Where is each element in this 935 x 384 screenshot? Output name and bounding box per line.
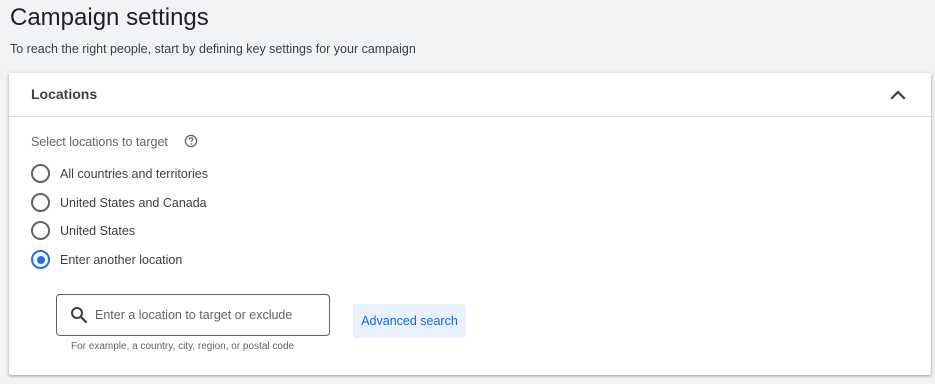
location-search-field[interactable] xyxy=(56,294,330,336)
search-icon xyxy=(71,307,88,324)
radio-label: United States xyxy=(60,224,136,238)
page-subtitle: To reach the right people, start by defi… xyxy=(10,42,416,56)
page-title: Campaign settings xyxy=(10,4,209,31)
radio-label: United States and Canada xyxy=(60,196,207,210)
location-search-input[interactable] xyxy=(95,306,323,324)
help-circle-icon[interactable] xyxy=(184,134,198,148)
radio-label: Enter another location xyxy=(60,253,183,267)
radio-button-selected[interactable] xyxy=(31,250,50,269)
radio-us-canada[interactable]: United States and Canada xyxy=(31,193,431,215)
radio-united-states[interactable]: United States xyxy=(31,221,431,243)
radio-all-countries[interactable]: All countries and territories xyxy=(31,164,431,186)
radio-button[interactable] xyxy=(31,164,50,183)
advanced-search-button[interactable]: Advanced search xyxy=(353,304,466,338)
locations-title: Locations xyxy=(31,86,98,102)
collapse-button[interactable] xyxy=(886,83,910,107)
chevron-up-icon xyxy=(890,90,906,100)
radio-button[interactable] xyxy=(31,193,50,212)
locations-card: Locations Select locations to target All… xyxy=(9,73,931,375)
search-hint: For example, a country, city, region, or… xyxy=(71,341,295,352)
radio-another-location[interactable]: Enter another location xyxy=(31,250,431,272)
select-locations-label: Select locations to target xyxy=(31,135,168,149)
radio-button[interactable] xyxy=(31,221,50,240)
radio-label: All countries and territories xyxy=(60,167,208,181)
locations-card-header[interactable]: Locations xyxy=(9,73,931,117)
